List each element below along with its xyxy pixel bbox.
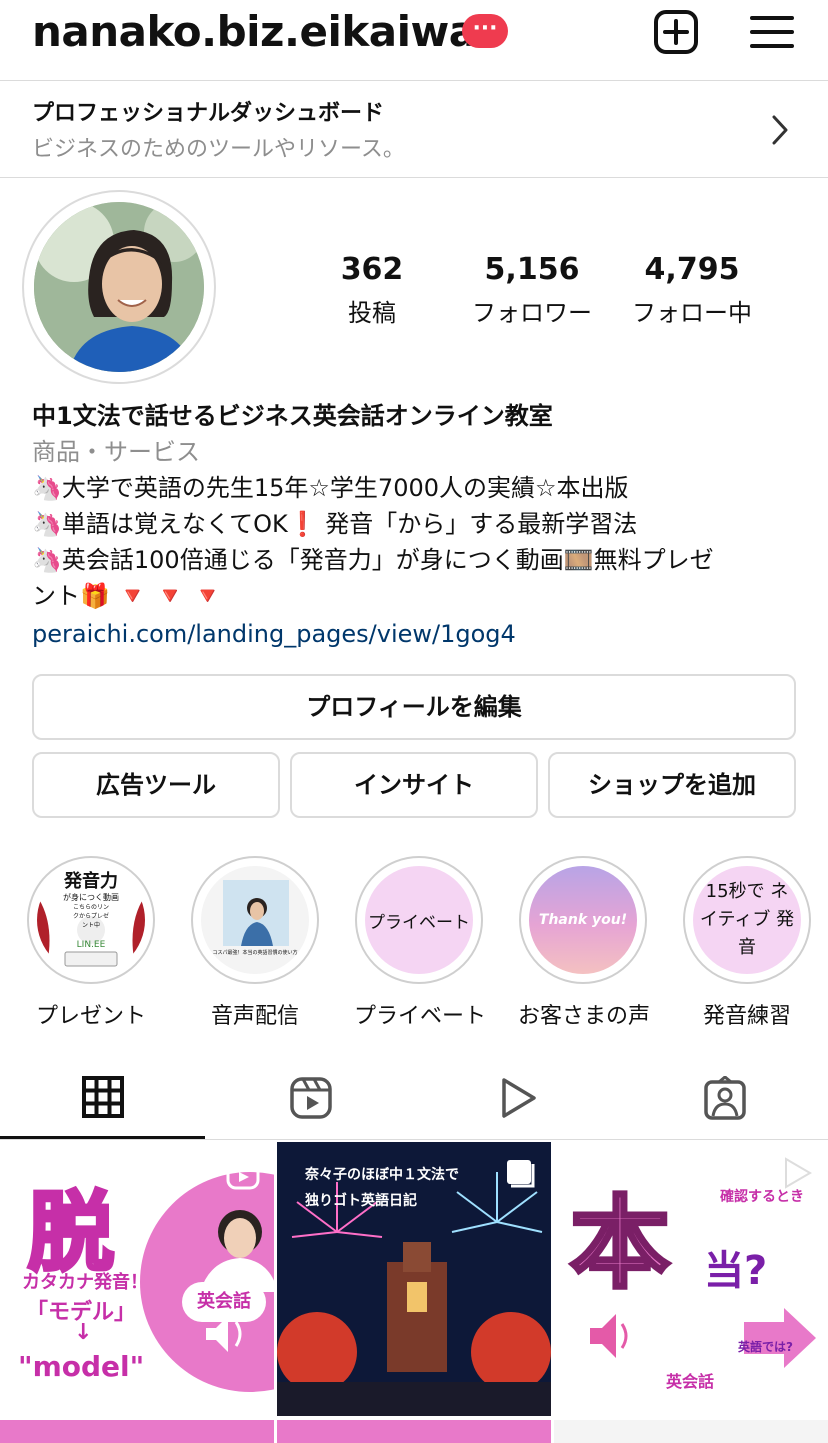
highlight-ring: Thank you!: [519, 856, 647, 984]
post-thumbnail[interactable]: [277, 1420, 551, 1443]
posts-count: 362: [340, 252, 404, 287]
edit-profile-button[interactable]: プロフィールを編集: [32, 674, 796, 740]
following-count: 4,795: [644, 252, 740, 287]
dashboard-title: プロフェッショナルダッシュボード: [32, 101, 385, 126]
multi-post-icon: [507, 1160, 535, 1188]
post-small-text: 当?: [704, 1248, 768, 1294]
post-arrow-text: 英語では?: [738, 1340, 793, 1354]
bio-line: 🦄単語は覚えなくてOK❗️ 発音「から」する最新学習法: [32, 510, 638, 538]
insights-button[interactable]: インサイト: [290, 752, 538, 818]
stat-followers[interactable]: 5,156 フォロワー: [462, 252, 602, 328]
post-thumbnail[interactable]: [0, 1420, 274, 1443]
highlight-cover-caption: コスパ最強！本当の英語習慣の使い方: [212, 950, 298, 956]
followers-label: フォロワー: [472, 299, 592, 327]
profile-avatar-ring[interactable]: [22, 190, 216, 384]
highlight-label: お客さまの声: [518, 1004, 651, 1029]
highlight-cover-small: こちらのリンクからプレゼント中: [72, 903, 109, 929]
highlight-ring: コスパ最強！本当の英語習慣の使い方: [191, 856, 319, 984]
ad-tools-button[interactable]: 広告ツール: [32, 752, 280, 818]
highlight-label: プライベート: [354, 1004, 487, 1029]
highlight-cover: 発音力 が身につく動画 こちらのリンクからプレゼント中 LIN.EE: [37, 866, 145, 974]
avatar-photo: [34, 202, 204, 372]
highlight-label: プレゼント: [35, 1004, 146, 1029]
bio-line: ント🎁 🔻 🔻 🔻: [32, 582, 223, 610]
posts-label: 投稿: [348, 299, 396, 327]
grid-icon: [82, 1076, 124, 1118]
tagged-user-icon: [704, 1076, 746, 1120]
add-shop-button[interactable]: ショップを追加: [548, 752, 796, 818]
bio-section: 中1文法で話せるビジネス英会話オンライン教室 商品・サービス 🦄大学で英語の先生…: [32, 398, 802, 654]
highlight-label: 発音練習: [702, 1004, 791, 1029]
highlight-cover-sub: が身につく動画: [63, 892, 119, 902]
dashboard-subtitle: ビジネスのためのツールやリソース。: [32, 137, 405, 162]
bio-link[interactable]: peraichi.com/landing_pages/view/1gog4: [32, 614, 802, 654]
profile-tabs: [0, 1054, 828, 1140]
post-tag: 英会話: [666, 1372, 715, 1391]
highlight-cover-title: 発音力: [64, 870, 118, 892]
create-post-icon[interactable]: [652, 8, 700, 56]
reels-icon: [290, 1077, 332, 1119]
highlight-audio[interactable]: コスパ最強！本当の英語習慣の使い方 音声配信: [190, 856, 320, 1030]
username-title[interactable]: nanako.biz.eikaiwa: [32, 6, 477, 58]
stat-posts[interactable]: 362 投稿: [322, 252, 422, 328]
post-thumbnail[interactable]: 脱 カタカナ発音！ 「モデル」 ↓ "model" 英会話: [0, 1142, 274, 1416]
highlight-ring: 15秒で ネイティブ 発音: [683, 856, 811, 984]
highlight-present[interactable]: 発音力 が身につく動画 こちらのリンクからプレゼント中 LIN.EE プレゼント: [26, 856, 156, 1030]
professional-dashboard-row[interactable]: プロフェッショナルダッシュボード ビジネスのためのツールやリソース。: [0, 80, 828, 178]
active-tab-indicator: [0, 1136, 205, 1139]
tab-tagged[interactable]: [621, 1054, 828, 1140]
menu-icon[interactable]: [748, 8, 796, 56]
highlight-cover-tag: LIN.EE: [76, 939, 106, 950]
category-label: 商品・サービス: [32, 438, 200, 466]
notification-badge[interactable]: ···: [462, 14, 508, 48]
avatar: [34, 202, 204, 372]
display-name: 中1文法で話せるビジネス英会話オンライン教室: [32, 402, 553, 430]
post-thumbnail[interactable]: 本 当? 確認するとき 英語では? 英会話: [554, 1142, 828, 1416]
post-tag: 英会話: [182, 1282, 266, 1322]
highlight-ring: プライベート: [355, 856, 483, 984]
chevron-right-icon: [772, 115, 788, 145]
tab-grid[interactable]: [0, 1054, 207, 1140]
stat-following[interactable]: 4,795 フォロー中: [622, 252, 762, 328]
video-indicator-icon: [785, 1157, 812, 1189]
bio-line: 🦄大学で英語の先生15年☆学生7000人の実績☆本出版: [32, 474, 629, 502]
followers-count: 5,156: [484, 252, 580, 287]
reel-indicator-icon: [226, 1156, 260, 1190]
post-arrow: ↓: [74, 1320, 93, 1345]
audio-cover-graphic: [223, 880, 289, 946]
highlight-private[interactable]: プライベート プライベート: [354, 856, 487, 1030]
top-bar: nanako.biz.eikaiwa ···: [0, 0, 828, 80]
post-big-char: 本: [568, 1183, 672, 1304]
following-label: フォロー中: [632, 299, 752, 327]
play-icon: [502, 1078, 536, 1118]
tab-reels[interactable]: [207, 1054, 414, 1140]
highlight-testimonials[interactable]: Thank you! お客さまの声: [518, 856, 651, 1030]
highlight-cover-text: 15秒で ネイティブ 発音: [693, 866, 801, 974]
post-thumbnail[interactable]: [554, 1420, 828, 1443]
post-line: "model": [18, 1350, 145, 1383]
tab-videos[interactable]: [414, 1054, 621, 1140]
post-line: 奈々子のほぼ中１文法で: [305, 1167, 459, 1183]
highlight-cover: コスパ最強！本当の英語習慣の使い方: [201, 866, 309, 974]
post-line: カタカナ発音！: [22, 1272, 148, 1293]
highlight-cover-text: Thank you!: [529, 866, 637, 974]
highlight-cover-text: プライベート: [365, 866, 473, 974]
highlight-label: 音声配信: [210, 1004, 299, 1029]
bio-line: 🦄英会話100倍通じる「発音力」が身につく動画🎞️無料プレゼ: [32, 546, 714, 574]
highlight-pronunciation[interactable]: 15秒で ネイティブ 発音 発音練習: [682, 856, 812, 1030]
post-thumbnail[interactable]: 奈々子のほぼ中１文法で 独りゴト英語日記: [277, 1142, 551, 1416]
highlight-ring: 発音力 が身につく動画 こちらのリンクからプレゼント中 LIN.EE: [27, 856, 155, 984]
post-line: 独りゴト英語日記: [305, 1193, 417, 1209]
